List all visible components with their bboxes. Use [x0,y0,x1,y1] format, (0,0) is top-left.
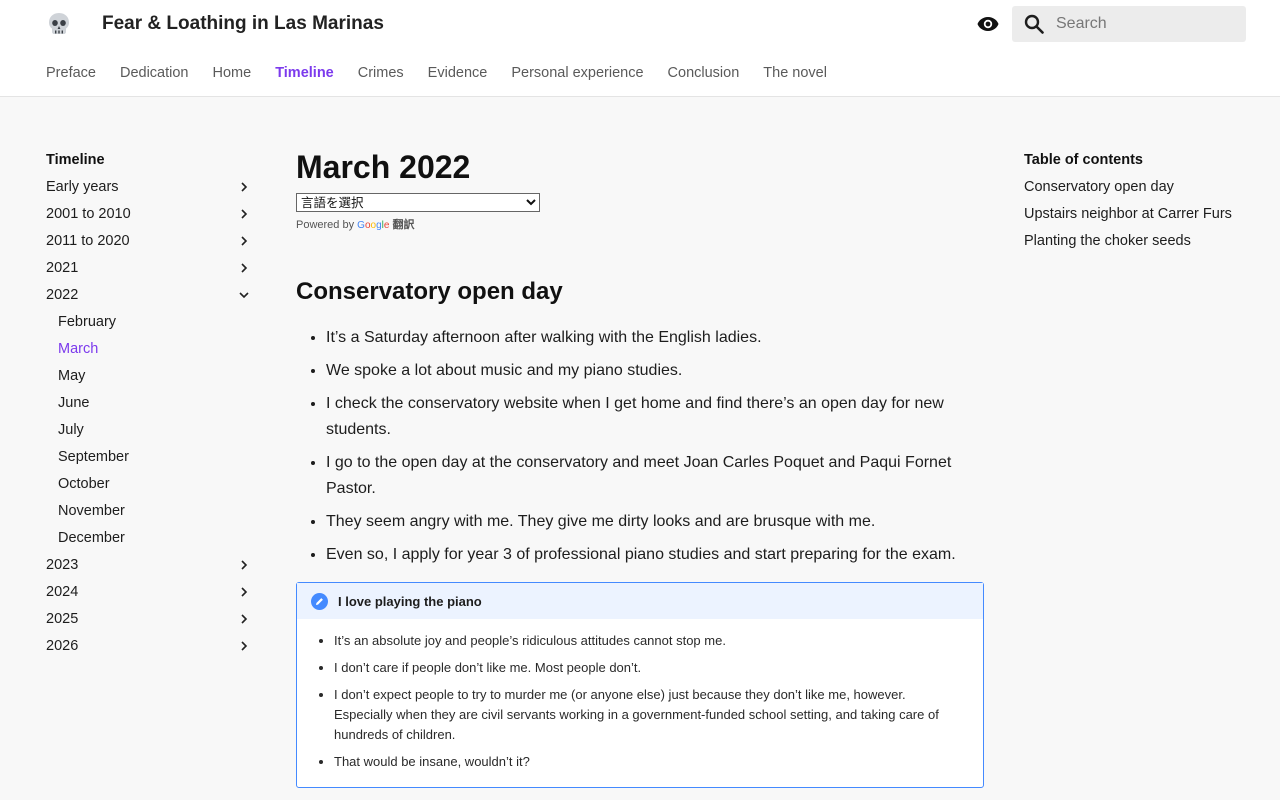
sidebar-item-2024[interactable]: 2024 [46,582,256,609]
note-title: I love playing the piano [338,593,482,609]
list-item: We spoke a lot about music and my piano … [326,358,984,384]
translate-label[interactable]: 翻訳 [392,219,414,231]
note-admonition: I love playing the piano It’s an absolut… [296,582,984,788]
chevron-right-icon [241,236,248,246]
sidebar-item-label: 2021 [46,260,79,276]
chevron-right-icon [241,182,248,192]
sidebar-heading: Timeline [46,152,105,168]
list-item: They seem angry with me. They give me di… [326,509,984,535]
chevron-right-icon [241,209,248,219]
sidebar-item-early-years[interactable]: Early years [46,177,256,204]
google-letter: G [357,220,365,231]
list-item: It’s an absolute joy and people’s ridicu… [334,631,963,651]
nav-evidence[interactable]: Evidence [428,64,488,84]
sidebar-item-2001-to-2010[interactable]: 2001 to 2010 [46,204,256,231]
main-content: March 2022 言語を選択 Powered by Google 翻訳 Co… [296,148,984,788]
language-select[interactable]: 言語を選択 [296,193,540,212]
sidebar-item-label: 2011 to 2020 [46,233,130,249]
chevron-right-icon [241,587,248,597]
chevron-right-icon [241,560,248,570]
sidebar-item-february[interactable]: February [46,312,256,339]
note-title-bar: I love playing the piano [297,583,983,619]
nav-personal-experience[interactable]: Personal experience [511,64,643,84]
nav-timeline[interactable]: Timeline [275,64,334,84]
conservatory-bullet-list: It’s a Saturday afternoon after walking … [296,325,984,568]
sidebar-item-november[interactable]: November [46,501,256,528]
sidebar-item-2025[interactable]: 2025 [46,609,256,636]
search-box[interactable] [1012,6,1246,42]
sidebar-item-may[interactable]: May [46,366,256,393]
sidebar-item-september[interactable]: September [46,447,256,474]
toc-item-conservatory-open-day[interactable]: Conservatory open day [1024,177,1254,204]
toc-item-planting-choker-seeds[interactable]: Planting the choker seeds [1024,231,1254,258]
sidebar-item-october[interactable]: October [46,474,256,501]
chevron-down-icon [239,292,249,299]
sidebar-item-label: 2024 [46,584,79,600]
sidebar-item-2026[interactable]: 2026 [46,636,256,663]
sidebar-item-label: 2026 [46,638,79,654]
sidebar-item-2011-to-2020[interactable]: 2011 to 2020 [46,231,256,258]
list-item: I don’t care if people don’t like me. Mo… [334,658,963,678]
toc-heading: Table of contents [1024,152,1143,168]
section-title-conservatory-open-day: Conservatory open day [296,278,563,305]
timeline-sidebar: Timeline Early years 2001 to 2010 2011 t… [46,150,256,663]
sidebar-item-2022[interactable]: 2022 [46,285,256,312]
list-item: I don’t expect people to try to murder m… [334,685,963,745]
search-input[interactable] [1056,6,1238,42]
site-header: Fear & Loathing in Las Marinas Preface D… [0,0,1280,97]
sidebar-item-label: Early years [46,179,119,195]
main-nav: Preface Dedication Home Timeline Crimes … [46,64,827,84]
nav-home[interactable]: Home [213,64,252,84]
list-item: I go to the open day at the conservatory… [326,450,984,502]
chevron-right-icon [241,641,248,651]
list-item: I check the conservatory website when I … [326,391,984,443]
sidebar-item-label: 2023 [46,557,79,573]
list-item: Even so, I apply for year 3 of professio… [326,542,984,568]
nav-preface[interactable]: Preface [46,64,96,84]
chevron-right-icon [241,263,248,273]
sidebar-item-june[interactable]: June [46,393,256,420]
eye-icon[interactable] [976,12,1000,36]
nav-the-novel[interactable]: The novel [763,64,827,84]
sidebar-item-december[interactable]: December [46,528,256,555]
nav-conclusion[interactable]: Conclusion [668,64,740,84]
pencil-icon [311,592,328,610]
search-icon [1024,14,1044,34]
sidebar-item-march[interactable]: March [46,339,256,366]
sidebar-item-2023[interactable]: 2023 [46,555,256,582]
note-list: It’s an absolute joy and people’s ridicu… [297,619,983,787]
nav-dedication[interactable]: Dedication [120,64,189,84]
google-logo[interactable]: Google [357,220,389,231]
chevron-right-icon [241,614,248,624]
toc-item-upstairs-neighbor[interactable]: Upstairs neighbor at Carrer Furs [1024,204,1254,231]
sidebar-item-july[interactable]: July [46,420,256,447]
table-of-contents: Table of contents Conservatory open day … [1024,150,1254,258]
sidebar-item-label: 2025 [46,611,79,627]
google-letter: e [383,220,390,231]
list-item: That would be insane, wouldn’t it? [334,752,963,772]
page-title: March 2022 [296,149,471,185]
sidebar-item-2021[interactable]: 2021 [46,258,256,285]
nav-crimes[interactable]: Crimes [358,64,404,84]
skull-logo-icon[interactable] [46,11,72,37]
sidebar-item-label: 2001 to 2010 [46,206,131,222]
powered-by-label: Powered by [296,219,355,231]
site-title[interactable]: Fear & Loathing in Las Marinas [102,13,384,35]
list-item: It’s a Saturday afternoon after walking … [326,325,984,351]
sidebar-item-label: 2022 [46,287,79,303]
google-translate-credit: Powered by Google 翻訳 [296,218,984,233]
